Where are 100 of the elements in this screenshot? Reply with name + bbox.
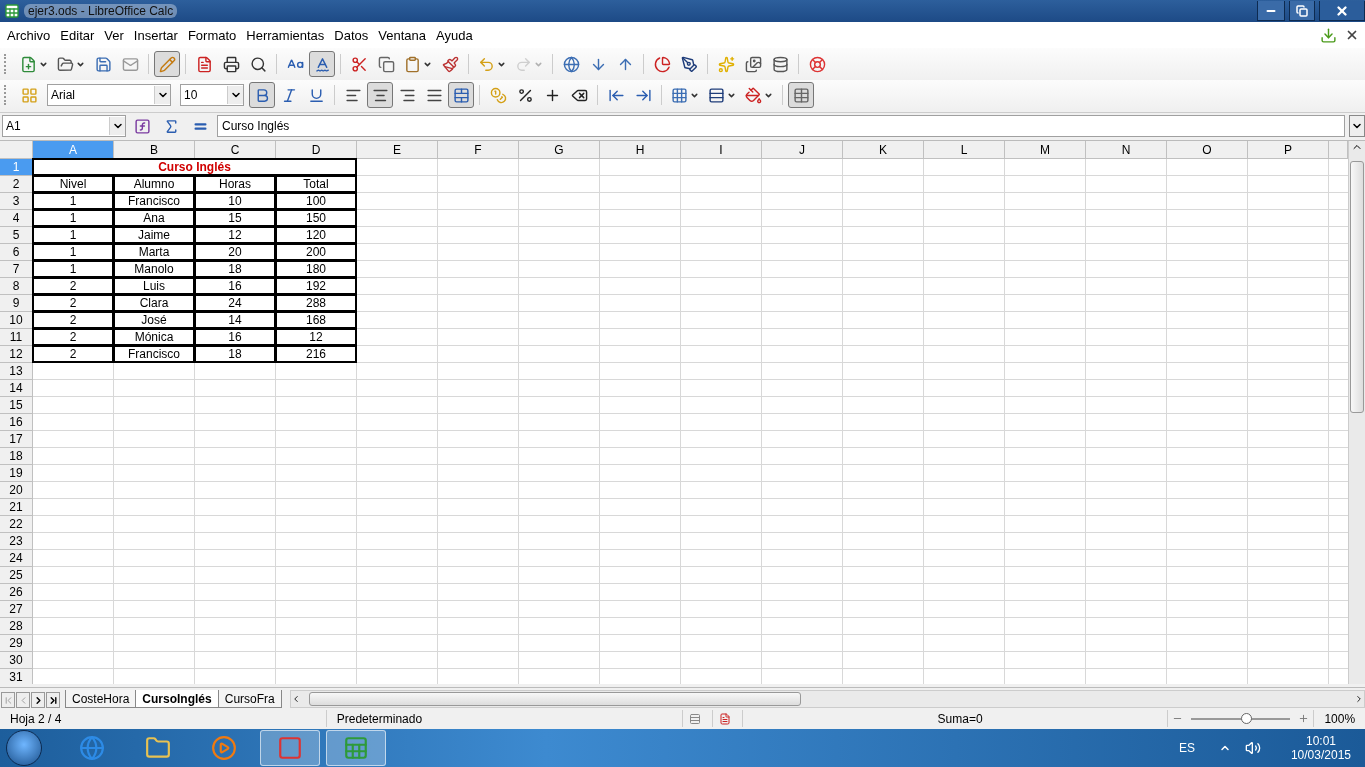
font-size-field[interactable]: 10	[180, 84, 244, 106]
row-header[interactable]: 24	[0, 550, 33, 567]
next-sheet-button[interactable]	[31, 692, 45, 708]
styles-icon	[20, 86, 38, 104]
merge-cells-icon	[452, 86, 470, 104]
row-header[interactable]: 5	[0, 227, 33, 244]
column-header[interactable]: C	[195, 141, 276, 159]
row-header[interactable]: 18	[0, 448, 33, 465]
column-heading: Total	[275, 175, 357, 193]
column-header[interactable]: L	[924, 141, 1005, 159]
table-cell: 1	[32, 226, 114, 244]
spellcheck-button[interactable]	[309, 51, 335, 77]
row-header[interactable]: 27	[0, 601, 33, 618]
row-header[interactable]: 9	[0, 295, 33, 312]
row-header[interactable]: 2	[0, 176, 33, 193]
redo-icon	[515, 55, 532, 73]
row-header[interactable]: 23	[0, 533, 33, 550]
menu-item[interactable]: Archivo	[2, 27, 56, 43]
row-header[interactable]: 20	[0, 482, 33, 499]
table-icon	[792, 86, 810, 104]
row-header[interactable]: 19	[0, 465, 33, 482]
merge-cells-button[interactable]	[448, 82, 474, 108]
column-header[interactable]: M	[1005, 141, 1086, 159]
close-button[interactable]	[1319, 1, 1365, 21]
row-header[interactable]: 14	[0, 380, 33, 397]
row-header[interactable]: 13	[0, 363, 33, 380]
slider-thumb[interactable]	[1240, 713, 1252, 724]
column-heading: Nivel	[32, 175, 114, 193]
column-header[interactable]: P	[1248, 141, 1329, 159]
table-button[interactable]	[788, 82, 814, 108]
menu-item[interactable]: Insertar	[128, 27, 183, 43]
menu-item[interactable]: Ver	[99, 27, 129, 43]
table-cell: Luis	[113, 277, 195, 295]
row-header[interactable]: 25	[0, 567, 33, 584]
pencil-button[interactable]	[154, 51, 180, 77]
row-header[interactable]: 30	[0, 652, 33, 669]
sheet-tab[interactable]: CursoInglés	[135, 690, 219, 708]
window-title: ejer3.ods - LibreOffice Calc	[24, 4, 178, 18]
column-header[interactable]: J	[762, 141, 843, 159]
row-header[interactable]: 22	[0, 516, 33, 533]
menu-item[interactable]: Datos	[329, 27, 374, 43]
column-header[interactable]: F	[438, 141, 519, 159]
column-header[interactable]: D	[276, 141, 357, 159]
minimize-button[interactable]	[1257, 1, 1285, 21]
table-cell: Mónica	[113, 328, 195, 346]
language-indicator[interactable]: ES	[1178, 741, 1195, 755]
table-cell: 288	[275, 294, 357, 312]
row-header[interactable]: 28	[0, 618, 33, 635]
row-header[interactable]: 10	[0, 312, 33, 329]
column-header[interactable]: K	[843, 141, 924, 159]
table-cell: 14	[194, 311, 276, 329]
column-header[interactable]: I	[681, 141, 762, 159]
table-cell: 2	[32, 294, 114, 312]
dropdown-button[interactable]	[109, 117, 125, 135]
menu-item[interactable]: Formato	[182, 27, 242, 43]
column-header[interactable]: B	[114, 141, 195, 159]
menu-item[interactable]: Ventana	[373, 27, 432, 43]
row-header[interactable]: 31	[0, 669, 33, 684]
sheet-tab[interactable]: CursoFra	[217, 690, 282, 708]
menu-item[interactable]: Editar	[55, 27, 100, 43]
date: 10/03/2015	[1290, 748, 1351, 762]
column-header[interactable]: H	[600, 141, 681, 159]
column-heading: Horas	[194, 175, 276, 193]
last-sheet-button[interactable]	[46, 692, 60, 708]
align-center-button[interactable]	[367, 82, 393, 108]
column-header[interactable]: N	[1086, 141, 1167, 159]
table-cell: 12	[194, 226, 276, 244]
row-header[interactable]: 15	[0, 397, 33, 414]
menu-item[interactable]: Ayuda	[431, 27, 478, 43]
dropdown-button[interactable]	[227, 86, 243, 104]
row-header[interactable]: 3	[0, 193, 33, 210]
dropdown-button[interactable]	[154, 86, 170, 104]
taskbar-button[interactable]	[260, 730, 320, 766]
row-header[interactable]: 6	[0, 244, 33, 261]
bold-button[interactable]	[249, 82, 275, 108]
row-header[interactable]: 11	[0, 329, 33, 346]
line-style-icon	[708, 86, 725, 104]
expand-button[interactable]	[1349, 115, 1365, 137]
vertical-scrollbar[interactable]	[1348, 141, 1365, 684]
row-header[interactable]: 4	[0, 210, 33, 227]
row-header[interactable]: 8	[0, 278, 33, 295]
menu-item[interactable]: Herramientas	[241, 27, 330, 43]
start-button[interactable]	[6, 730, 42, 766]
row-header[interactable]: 26	[0, 584, 33, 601]
restore-button[interactable]	[1289, 1, 1315, 21]
row-header[interactable]: 21	[0, 499, 33, 516]
name-box[interactable]: A1	[2, 115, 126, 137]
sheet-tab[interactable]: CosteHora	[65, 690, 137, 708]
column-header[interactable]: O	[1167, 141, 1248, 159]
column-header[interactable]: E	[357, 141, 438, 159]
row-header[interactable]: 17	[0, 431, 33, 448]
row-header[interactable]: 7	[0, 261, 33, 278]
row-header[interactable]: 29	[0, 635, 33, 652]
clock[interactable]: 10:01 10/03/2015	[1290, 734, 1351, 762]
font-name-field[interactable]: Arial	[47, 84, 171, 106]
row-header[interactable]: 12	[0, 346, 33, 363]
horizontal-scrollbar[interactable]	[289, 690, 1365, 708]
row-header[interactable]: 16	[0, 414, 33, 431]
column-header[interactable]: G	[519, 141, 600, 159]
formula-input[interactable]: Curso Inglés	[217, 115, 1345, 137]
